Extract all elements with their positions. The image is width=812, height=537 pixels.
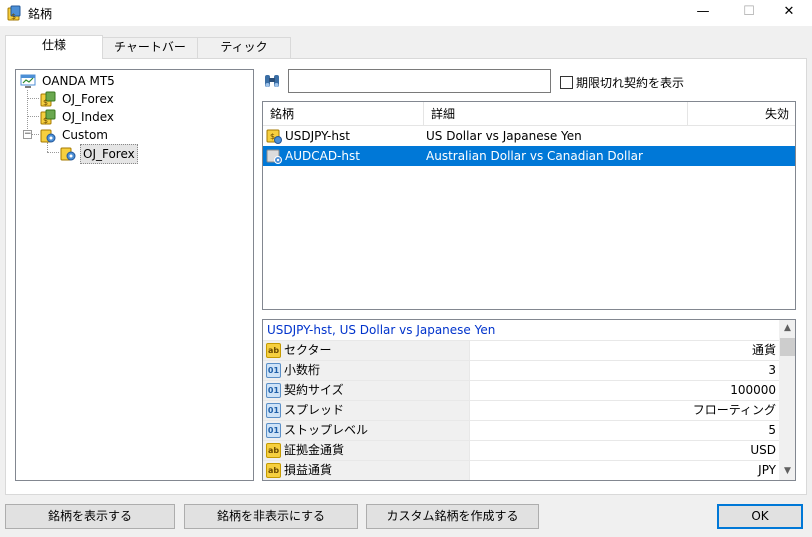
property-value: 3 bbox=[469, 361, 776, 380]
custom-folder-icon bbox=[40, 129, 56, 143]
property-value: フローティング bbox=[469, 401, 776, 420]
ok-button[interactable]: OK bbox=[717, 504, 803, 529]
binoculars-icon[interactable] bbox=[263, 72, 281, 90]
symbol-gear-icon bbox=[266, 149, 282, 164]
numeric-icon: 01 bbox=[266, 423, 281, 438]
table-row-selected[interactable]: AUDCAD-hst Australian Dollar vs Canadian… bbox=[263, 146, 795, 166]
numeric-icon: 01 bbox=[266, 363, 281, 378]
column-header-description[interactable]: 詳細 bbox=[424, 102, 688, 126]
server-icon bbox=[20, 74, 36, 88]
tree-guide-line bbox=[47, 152, 59, 153]
numeric-icon: 01 bbox=[266, 403, 281, 418]
scroll-thumb[interactable] bbox=[780, 338, 795, 356]
property-row[interactable]: 01 契約サイズ 100000 bbox=[263, 380, 779, 401]
tree-guide-line bbox=[47, 142, 48, 152]
close-button[interactable]: ✕ bbox=[766, 0, 812, 26]
property-row[interactable]: ab セクター 通貨 bbox=[263, 340, 779, 361]
ab-text-icon: ab bbox=[266, 443, 281, 458]
symbol-description: US Dollar vs Japanese Yen bbox=[426, 129, 582, 143]
property-row[interactable]: 01 スプレッド フローティング bbox=[263, 400, 779, 421]
symbols-app-icon: $ bbox=[7, 5, 21, 21]
scroll-up-arrow-icon[interactable]: ▲ bbox=[779, 320, 795, 337]
property-name: スプレッド bbox=[284, 403, 345, 417]
property-row[interactable]: 01 小数桁 3 bbox=[263, 360, 779, 381]
tree-guide-line bbox=[27, 98, 39, 99]
column-header-symbol[interactable]: 銘柄 bbox=[263, 102, 424, 126]
property-value: 5 bbox=[469, 421, 776, 440]
svg-text:$: $ bbox=[11, 12, 16, 21]
folder-coins-icon: $ bbox=[40, 109, 56, 125]
collapse-toggle[interactable]: − bbox=[23, 130, 32, 139]
svg-text:$: $ bbox=[43, 98, 48, 107]
tree-item-label: OJ_Index bbox=[62, 110, 115, 124]
property-value: 100000 bbox=[469, 381, 776, 400]
tab-chart-bars[interactable]: チャートバー bbox=[102, 37, 198, 58]
tree-item-label: Custom bbox=[62, 128, 108, 142]
symbol-coin-icon: $ bbox=[266, 129, 282, 144]
tree-guide-line bbox=[27, 116, 39, 117]
show-symbol-button[interactable]: 銘柄を表示する bbox=[5, 504, 175, 529]
ab-text-icon: ab bbox=[266, 343, 281, 358]
property-row[interactable]: 01 ストップレベル 5 bbox=[263, 420, 779, 441]
properties-header: USDJPY-hst, US Dollar vs Japanese Yen bbox=[267, 323, 496, 337]
tab-specification[interactable]: 仕様 bbox=[5, 35, 103, 59]
column-header-expiration[interactable]: 失効 bbox=[688, 102, 795, 126]
property-name: ストップレベル bbox=[284, 423, 369, 437]
property-value: USD bbox=[469, 441, 776, 460]
property-name: セクター bbox=[284, 343, 332, 357]
symbol-name: AUDCAD-hst bbox=[285, 149, 360, 163]
property-name: 損益通貨 bbox=[284, 463, 333, 477]
show-expired-checkbox[interactable] bbox=[560, 76, 573, 89]
property-name: 証拠金通貨 bbox=[284, 443, 345, 457]
tab-ticks[interactable]: ティック bbox=[197, 37, 291, 58]
symbol-expiration bbox=[690, 126, 790, 146]
tree-item-label: OJ_Forex bbox=[62, 92, 114, 106]
window-title: 銘柄 bbox=[28, 7, 53, 21]
tree-guide-line bbox=[32, 134, 39, 135]
numeric-icon: 01 bbox=[266, 383, 281, 398]
property-name: 小数桁 bbox=[284, 363, 321, 377]
property-value: JPY bbox=[469, 461, 776, 480]
property-row[interactable]: ab 損益通貨 JPY bbox=[263, 460, 779, 480]
show-expired-label: 期限切れ契約を表示 bbox=[576, 76, 685, 90]
tree-item-label: OANDA MT5 bbox=[42, 74, 115, 88]
properties-scrollbar[interactable]: ▲ ▼ bbox=[779, 320, 795, 480]
svg-text:$: $ bbox=[43, 116, 48, 125]
ab-text-icon: ab bbox=[266, 463, 281, 478]
symbol-description: Australian Dollar vs Canadian Dollar bbox=[426, 149, 643, 163]
table-row[interactable]: $ USDJPY-hst US Dollar vs Japanese Yen bbox=[263, 126, 795, 146]
symbol-tree[interactable]: − OANDA MT5 $ OJ_Forex $ OJ_Index Custom… bbox=[15, 69, 254, 481]
symbols-table: 銘柄 詳細 失効 $ USDJPY-hst US Dollar vs Japan… bbox=[262, 101, 796, 310]
property-value: 通貨 bbox=[469, 341, 776, 360]
symbol-name: USDJPY-hst bbox=[285, 129, 350, 143]
folder-coins-icon: $ bbox=[40, 91, 56, 107]
symbol-expiration bbox=[690, 146, 790, 166]
hide-symbol-button[interactable]: 銘柄を非表示にする bbox=[184, 504, 358, 529]
create-custom-symbol-button[interactable]: カスタム銘柄を作成する bbox=[366, 504, 539, 529]
tree-item-label: OJ_Forex bbox=[80, 144, 138, 164]
symbol-properties-panel: USDJPY-hst, US Dollar vs Japanese Yen ab… bbox=[262, 319, 796, 481]
minimize-button[interactable]: — bbox=[680, 0, 726, 26]
property-row[interactable]: ab 証拠金通貨 USD bbox=[263, 440, 779, 461]
property-name: 契約サイズ bbox=[284, 383, 344, 397]
scroll-down-arrow-icon[interactable]: ▼ bbox=[779, 463, 795, 480]
symbol-search-input[interactable] bbox=[288, 69, 551, 93]
custom-folder-icon bbox=[60, 147, 76, 161]
